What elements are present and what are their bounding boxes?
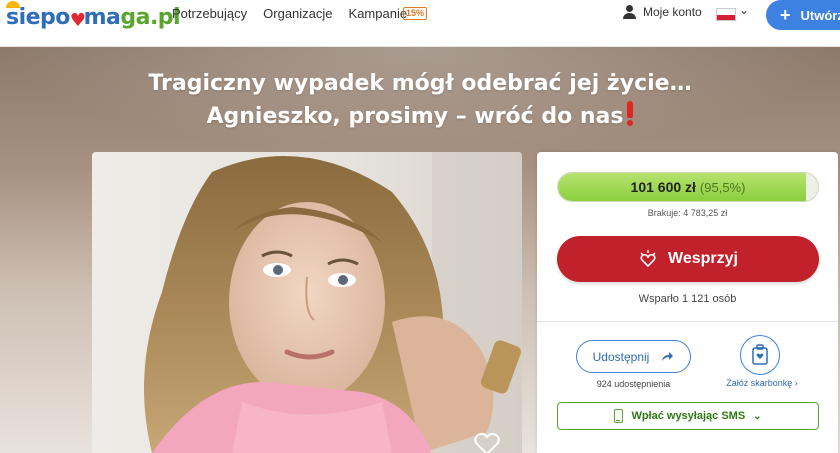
nav-links: Potrzebujący Organizacje Kampanie — [172, 6, 407, 21]
heart-icon: ♥ — [69, 10, 86, 31]
support-button[interactable]: Wesprzyj — [557, 236, 819, 282]
chevron-down-icon: ⌄ — [753, 410, 762, 422]
piggy-bank-link[interactable]: Załóż skarbonkę › — [707, 378, 817, 388]
piggy-bank-icon — [752, 344, 768, 365]
share-label: Udostępnij — [592, 349, 650, 364]
share-count: 924 udostępnienia — [596, 379, 671, 389]
donation-panel: 101 600 zł (95,5%) Brakuje: 4 783,25 zł … — [537, 152, 838, 453]
heart-hands-icon — [640, 250, 656, 268]
share-button[interactable]: Udostępnij — [576, 340, 691, 373]
siepomaga-logo[interactable]: siepo ♥ ma ga.pl — [6, 1, 181, 31]
plus-icon: + — [780, 5, 791, 25]
sms-payment-button[interactable]: Wpłać wysyłając SMS ⌄ — [557, 402, 819, 430]
top-nav: siepo ♥ ma ga.pl Potrzebujący Organizacje K… — [0, 0, 840, 47]
title-line-1: Tragiczny wypadek mógł odebrać jej życie… — [148, 71, 692, 96]
sun-icon — [6, 1, 20, 8]
nav-link-potrzebujacy[interactable]: Potrzebujący — [172, 6, 247, 21]
collected-percent: (95,5%) — [699, 179, 746, 195]
chevron-right-icon: › — [794, 378, 798, 388]
user-icon — [623, 5, 636, 19]
promo-badge[interactable]: 15% — [403, 7, 428, 20]
support-label: Wesprzyj — [668, 250, 738, 267]
create-button[interactable]: + Utwórz — [766, 0, 840, 30]
account-link[interactable]: Moje konto — [623, 5, 702, 19]
collected-amount: 101 600 zł — [630, 179, 696, 195]
missing-amount: Brakuje: 4 783,25 zł — [647, 208, 728, 218]
progress-bar: 101 600 zł (95,5%) — [557, 172, 819, 202]
sms-label: Wpłać wysyłając SMS — [631, 410, 746, 422]
account-label: Moje konto — [643, 5, 702, 19]
title-line-2-wrap: Agnieszko, prosimy – wróć do nas — [0, 100, 840, 133]
supporters-count: Wsparło 1 121 osób — [638, 293, 737, 305]
title-line-2: Agnieszko, prosimy – wróć do nas — [206, 104, 624, 129]
logo-text-part2: ma — [83, 5, 121, 30]
page-title: Tragiczny wypadek mógł odebrać jej życie… — [0, 67, 840, 133]
polish-flag-icon[interactable] — [716, 8, 736, 21]
share-arrow-icon — [662, 352, 674, 361]
fundraiser-photo — [92, 152, 522, 453]
chevron-down-icon[interactable]: ⌄ — [739, 3, 749, 17]
create-label: Utwórz — [800, 7, 840, 23]
piggy-bank-label: Załóż skarbonkę — [726, 378, 793, 388]
nav-link-organizacje[interactable]: Organizacje — [263, 6, 332, 21]
favorite-heart-icon[interactable] — [474, 432, 500, 453]
exclamation-icon — [626, 100, 634, 126]
progress-text: 101 600 zł (95,5%) — [558, 173, 818, 201]
piggy-bank-button[interactable] — [740, 335, 780, 375]
phone-icon — [614, 409, 624, 423]
logo-text-part1: siepo — [6, 5, 70, 30]
divider — [537, 321, 838, 322]
nav-link-kampanie[interactable]: Kampanie — [349, 6, 408, 21]
